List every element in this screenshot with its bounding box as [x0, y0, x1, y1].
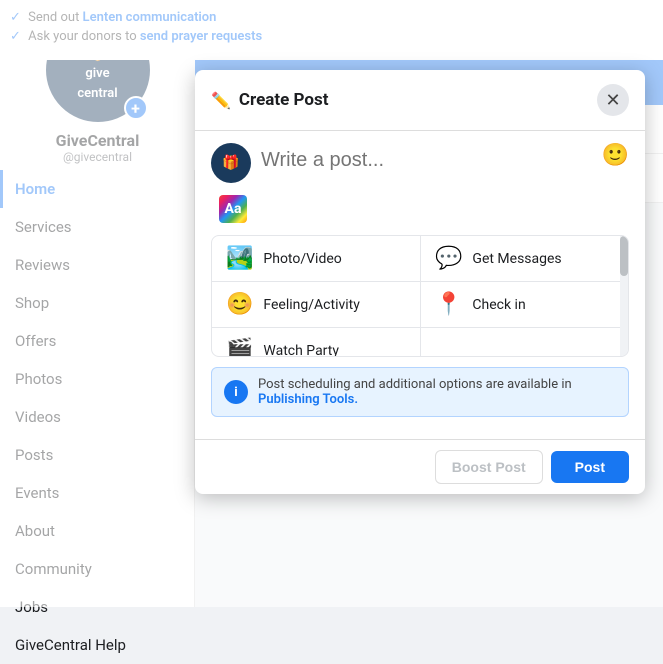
info-text: Post scheduling and additional options a…	[258, 377, 616, 407]
get-messages-label: Get Messages	[472, 251, 561, 267]
option-feeling-activity[interactable]: 😊 Feeling/Activity	[212, 282, 420, 328]
option-check-in[interactable]: 📍 Check in	[420, 282, 628, 328]
watch-party-label: Watch Party	[263, 343, 339, 357]
composer-row: 🎁 🙂	[211, 143, 629, 183]
location-pin-icon: 📍	[435, 292, 462, 317]
avatar-icon: 🎁	[222, 155, 239, 171]
check-in-label: Check in	[472, 297, 525, 313]
text-format-icon[interactable]: Aa	[215, 191, 251, 227]
photo-video-label: Photo/Video	[263, 251, 341, 267]
scrollbar-thumb[interactable]	[620, 236, 628, 276]
option-photo-video[interactable]: 🏞️ Photo/Video	[212, 236, 420, 282]
modal-header: ✏️ Create Post ✕	[195, 70, 645, 131]
modal-title: Create Post	[239, 90, 329, 110]
aa-icon: Aa	[219, 195, 247, 223]
modal-close-button[interactable]: ✕	[597, 84, 629, 116]
watch-party-icon: 🎬	[226, 338, 253, 356]
post-input[interactable]	[261, 143, 592, 178]
modal-footer: Boost Post Post	[195, 439, 645, 494]
modal-body: 🎁 🙂 Aa 🏞️ Photo/Video 💬 Get Messages	[195, 131, 645, 439]
photo-video-icon: 🏞️	[226, 246, 253, 271]
options-container: 🏞️ Photo/Video 💬 Get Messages 😊 Feeling/…	[211, 235, 629, 357]
option-empty	[420, 328, 628, 356]
scrollbar-track	[620, 236, 628, 356]
sidebar-item-givecentral-help[interactable]: GiveCentral Help	[0, 626, 194, 664]
boost-post-button[interactable]: Boost Post	[435, 450, 543, 484]
info-icon: i	[224, 380, 248, 404]
create-post-modal: ✏️ Create Post ✕ 🎁 🙂 Aa 🏞️ Photo/Video	[195, 70, 645, 494]
option-get-messages[interactable]: 💬 Get Messages	[420, 236, 628, 282]
composer-avatar: 🎁	[211, 143, 251, 183]
publishing-tools-link[interactable]: Publishing Tools.	[258, 392, 358, 407]
post-button[interactable]: Post	[551, 451, 629, 483]
emoji-button[interactable]: 🙂	[602, 143, 629, 168]
option-watch-party[interactable]: 🎬 Watch Party	[212, 328, 420, 356]
feeling-activity-label: Feeling/Activity	[263, 297, 359, 313]
options-grid: 🏞️ Photo/Video 💬 Get Messages 😊 Feeling/…	[212, 236, 628, 356]
formatting-row: Aa	[211, 191, 629, 227]
messenger-icon: 💬	[435, 246, 462, 271]
feeling-icon: 😊	[226, 292, 253, 317]
pencil-icon: ✏️	[211, 91, 231, 110]
info-bar: i Post scheduling and additional options…	[211, 367, 629, 417]
